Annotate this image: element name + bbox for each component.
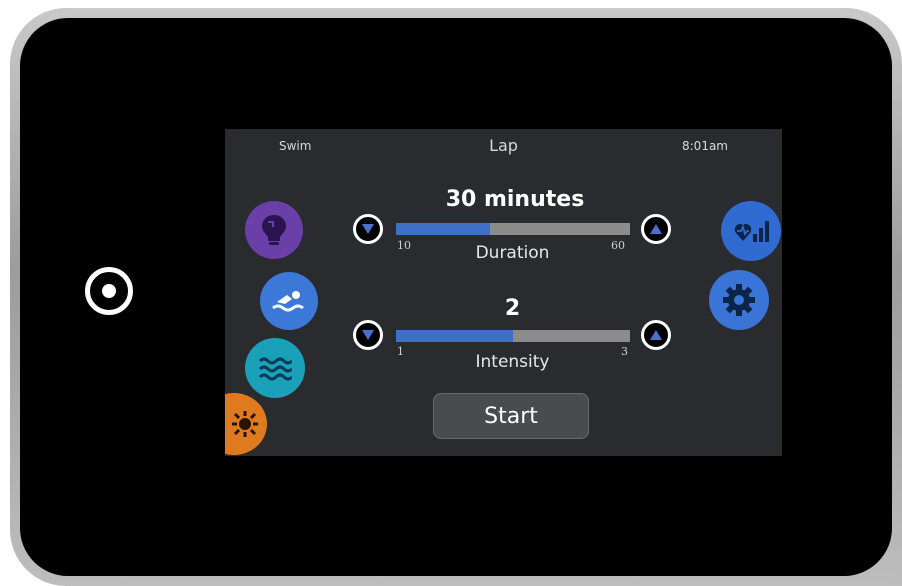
- duration-max-label: 60: [611, 239, 625, 252]
- duration-increase-button[interactable]: [641, 214, 671, 244]
- triangle-up-icon: [650, 330, 662, 340]
- touch-screen: Swim Lap 8:01am 30 minutes 10 60 Duratio…: [225, 129, 782, 456]
- duration-slider[interactable]: [396, 223, 630, 235]
- sun-icon: [232, 411, 258, 437]
- home-button[interactable]: [85, 267, 133, 315]
- triangle-down-icon: [362, 330, 374, 340]
- duration-decrease-button[interactable]: [353, 214, 383, 244]
- intensity-min-label: 1: [397, 345, 404, 358]
- duration-slider-fill: [396, 223, 490, 235]
- intensity-label: Intensity: [475, 352, 550, 372]
- intensity-slider[interactable]: [396, 330, 630, 342]
- intensity-max-label: 3: [621, 345, 628, 358]
- heart-bars-icon: [734, 221, 769, 242]
- sun-menu-button[interactable]: [225, 393, 267, 455]
- intensity-value: 2: [504, 296, 521, 321]
- home-button-dot: [102, 284, 116, 298]
- waves-menu-button[interactable]: [245, 338, 305, 398]
- clock: 8:01am: [682, 139, 728, 153]
- intensity-slider-fill: [396, 330, 513, 342]
- gear-icon: [723, 284, 755, 316]
- settings-menu-button[interactable]: [709, 270, 769, 330]
- intensity-increase-button[interactable]: [641, 320, 671, 350]
- light-menu-button[interactable]: [245, 201, 303, 259]
- swim-menu-button[interactable]: [260, 272, 318, 330]
- lightbulb-icon: [262, 215, 286, 245]
- duration-label: Duration: [475, 243, 550, 263]
- triangle-up-icon: [650, 224, 662, 234]
- duration-min-label: 10: [397, 239, 411, 252]
- triangle-down-icon: [362, 224, 374, 234]
- waves-icon: [258, 357, 292, 381]
- duration-value: 30 minutes: [445, 187, 585, 212]
- swimmer-icon: [272, 291, 304, 312]
- intensity-decrease-button[interactable]: [353, 320, 383, 350]
- start-button[interactable]: Start: [433, 393, 589, 439]
- health-menu-button[interactable]: [721, 201, 781, 261]
